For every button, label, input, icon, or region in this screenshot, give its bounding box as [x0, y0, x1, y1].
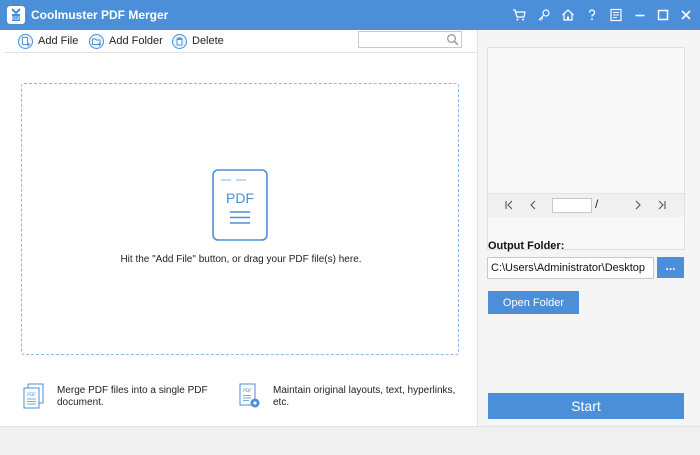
- add-folder-label: Add Folder: [109, 35, 163, 47]
- search-box: [358, 31, 462, 48]
- title-bar: PDF Coolmuster PDF Merger: [0, 0, 700, 30]
- page-navigation: /: [488, 193, 684, 217]
- app-title: Coolmuster PDF Merger: [31, 8, 169, 22]
- register-button[interactable]: [534, 5, 554, 25]
- feature-merge-text: Merge PDF files into a single PDF docume…: [57, 385, 208, 408]
- add-file-icon: [18, 33, 33, 49]
- open-folder-button[interactable]: Open Folder: [488, 291, 579, 314]
- pdf-document-icon: PDF: [212, 169, 268, 241]
- home-button[interactable]: [558, 5, 578, 25]
- add-file-button[interactable]: Add File: [18, 32, 78, 50]
- status-bar: [0, 426, 700, 455]
- app-logo-icon: PDF: [7, 6, 25, 24]
- output-folder-field[interactable]: [487, 257, 654, 279]
- cart-button[interactable]: [509, 5, 529, 25]
- maximize-icon: [657, 9, 669, 21]
- feature-layouts: PDF Maintain original layouts, text, hyp…: [239, 383, 458, 409]
- search-input[interactable]: [362, 32, 446, 47]
- pdf-settings-icon: PDF: [239, 383, 260, 408]
- feature-merge: PDF Merge PDF files into a single PDF do…: [23, 383, 217, 409]
- start-button[interactable]: Start: [488, 393, 684, 419]
- minimize-icon: [635, 14, 645, 17]
- add-folder-button[interactable]: Add Folder: [89, 32, 163, 50]
- minimize-button[interactable]: [630, 5, 650, 25]
- browse-folder-button[interactable]: ...: [657, 257, 684, 278]
- preview-panel: / Output Folder: ... Open Folder Start: [477, 30, 700, 426]
- page-separator: /: [595, 197, 599, 211]
- feedback-icon: [610, 8, 622, 22]
- delete-label: Delete: [192, 35, 224, 47]
- svg-text:PDF: PDF: [12, 16, 21, 22]
- delete-button[interactable]: Delete: [172, 32, 224, 50]
- pdf-stack-icon: PDF: [23, 383, 44, 409]
- last-page-icon[interactable]: [655, 198, 669, 212]
- pdf-doc-label: PDF: [226, 190, 254, 206]
- next-page-icon[interactable]: [631, 198, 645, 212]
- svg-text:PDF: PDF: [243, 388, 252, 394]
- preview-canvas: [488, 48, 684, 193]
- help-button[interactable]: [582, 5, 602, 25]
- key-icon: [538, 9, 550, 21]
- feedback-button[interactable]: [606, 5, 626, 25]
- previous-page-icon[interactable]: [526, 198, 540, 212]
- add-folder-icon: [89, 33, 104, 49]
- page-number-input[interactable]: [552, 198, 592, 213]
- cart-icon: [513, 9, 526, 21]
- feature-layouts-text: Maintain original layouts, text, hyperli…: [273, 385, 456, 408]
- add-file-label: Add File: [38, 35, 79, 47]
- close-icon: [681, 10, 691, 20]
- maximize-button[interactable]: [653, 5, 673, 25]
- page-preview: /: [487, 47, 685, 250]
- delete-icon: [172, 33, 187, 49]
- close-button[interactable]: [676, 5, 696, 25]
- search-icon[interactable]: [446, 33, 459, 46]
- home-icon: [562, 9, 574, 21]
- help-icon: [588, 9, 596, 21]
- output-folder-label: Output Folder:: [488, 240, 565, 252]
- first-page-icon[interactable]: [502, 198, 516, 212]
- drop-zone[interactable]: PDF Hit the "Add File" button, or drag y…: [21, 83, 459, 355]
- drop-hint: Hit the "Add File" button, or drag your …: [120, 254, 362, 265]
- file-list-panel: PDF Hit the "Add File" button, or drag y…: [5, 52, 477, 426]
- svg-text:PDF: PDF: [27, 392, 36, 398]
- toolbar: Add File Add Folder Delete: [0, 30, 477, 52]
